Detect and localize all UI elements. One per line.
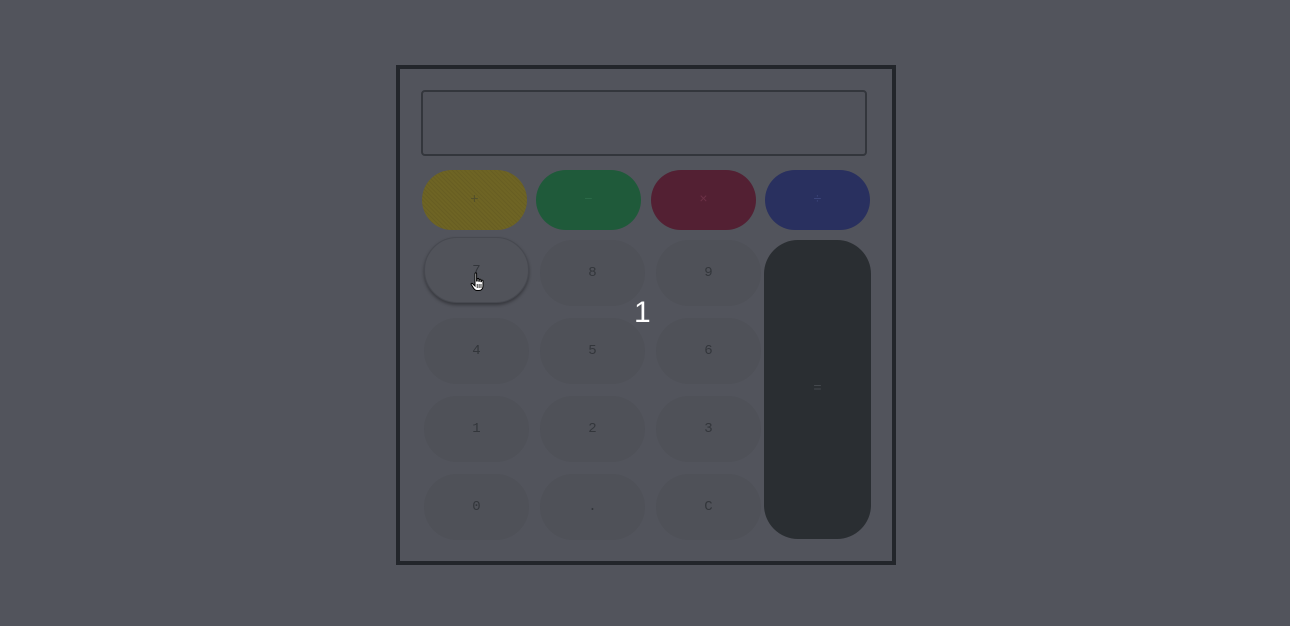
hand-pointer-icon	[470, 272, 486, 292]
equals-button[interactable]: =	[764, 240, 871, 539]
key-8-button[interactable]: 8	[540, 240, 645, 306]
plus-button[interactable]: +	[422, 170, 527, 230]
decimal-point-button[interactable]: .	[540, 474, 645, 540]
divide-button[interactable]: ÷	[765, 170, 870, 230]
key-9-button[interactable]: 9	[656, 240, 761, 306]
multiply-button[interactable]: ×	[651, 170, 756, 230]
clear-button[interactable]: C	[656, 474, 761, 540]
key-4-button[interactable]: 4	[424, 318, 529, 384]
key-6-button[interactable]: 6	[656, 318, 761, 384]
key-7-button[interactable]: 7	[424, 237, 529, 303]
overlay-digit: 1	[634, 296, 651, 329]
calculator-display	[421, 90, 867, 156]
minus-button[interactable]: −	[536, 170, 641, 230]
key-3-button[interactable]: 3	[656, 396, 761, 462]
key-0-button[interactable]: 0	[424, 474, 529, 540]
key-1-button[interactable]: 1	[424, 396, 529, 462]
key-2-button[interactable]: 2	[540, 396, 645, 462]
key-5-button[interactable]: 5	[540, 318, 645, 384]
